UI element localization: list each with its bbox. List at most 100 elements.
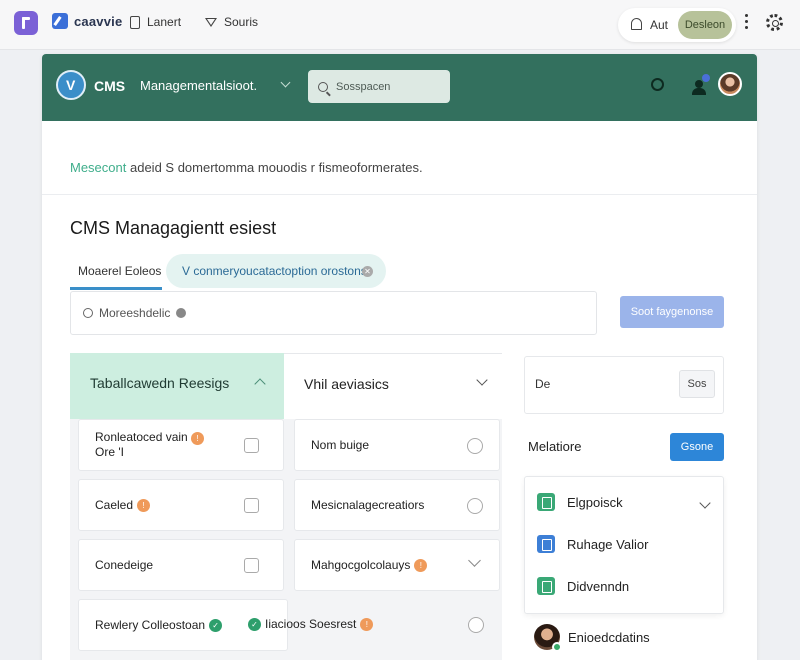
- document-icon: [537, 493, 555, 511]
- app-header: CMS Managementalsioot. Sosspacen: [42, 54, 757, 121]
- page-title: CMS Managagientt esiest: [70, 218, 277, 238]
- header-cms-label: CMS: [94, 78, 126, 94]
- menu-item-label: Ruhage Valior: [567, 536, 649, 552]
- chevron-down-icon[interactable]: [468, 554, 481, 567]
- radio[interactable]: [467, 438, 483, 454]
- filter-value: Moreeshdelic: [99, 306, 171, 320]
- brand[interactable]: caavvie: [52, 13, 122, 29]
- filter-icon: [205, 17, 217, 27]
- list-item-text: Caeled !: [95, 498, 151, 512]
- list-item[interactable]: Conedeige: [78, 539, 284, 591]
- more-menu-icon[interactable]: [744, 14, 748, 32]
- nav-item-label: Lanert: [147, 15, 182, 29]
- chevron-up-icon: [254, 378, 266, 390]
- item-label: Conedeige: [95, 558, 154, 572]
- user-icon[interactable]: [692, 80, 706, 95]
- list-item[interactable]: Mesicnalagecreatiors: [294, 479, 500, 531]
- item-label: Rewlery Colleostoan: [95, 618, 206, 632]
- menu-item-ruhage-valior[interactable]: Ruhage Valior: [537, 535, 648, 553]
- menu-item-didvenndn[interactable]: Didvenndn: [537, 577, 629, 595]
- right-input-label: De: [535, 377, 551, 391]
- aut-label[interactable]: Aut: [650, 18, 668, 32]
- column-header-2[interactable]: Vhil aeviasics: [284, 353, 502, 419]
- tab-conmeryoucatactoption[interactable]: V conmeryoucatactoption orostons ✕: [166, 254, 386, 288]
- check-badge-icon: ✓: [209, 618, 223, 632]
- item-label: Mahgocgolcolauys: [311, 558, 411, 572]
- profile[interactable]: Enioedcdatins: [534, 624, 650, 652]
- tab-moaerel-eoleos[interactable]: Moaerel Eoleos: [70, 259, 162, 290]
- item-label: Mesicnalagecreatiors: [311, 498, 425, 512]
- brand-pencil-icon: [52, 13, 68, 29]
- list-item[interactable]: Nom buige: [294, 419, 500, 471]
- top-right-group: Aut Desleon: [618, 8, 736, 42]
- profile-name: Enioedcdatins: [568, 629, 650, 645]
- chevron-down-icon[interactable]: [699, 497, 711, 509]
- item-label: Iiacioos Soesrest: [265, 617, 357, 631]
- check-circle-icon: [176, 308, 187, 318]
- item-label: Ronleatoced vain: [95, 430, 188, 444]
- right-input-button[interactable]: Sos: [679, 370, 715, 398]
- bell-icon[interactable]: [631, 18, 642, 30]
- list-item-text: Mahgocgolcolauys !: [311, 558, 428, 572]
- divider: [42, 194, 757, 195]
- list-item-text: Conedeige: [95, 558, 153, 572]
- online-status-icon: [552, 642, 562, 652]
- list-item[interactable]: Ronleatoced vain ! Ore 'I: [78, 419, 284, 471]
- radio[interactable]: [467, 498, 483, 514]
- menu-item-label: Didvenndn: [567, 578, 630, 594]
- app-logo-icon[interactable]: [14, 11, 38, 35]
- item-label: Caeled: [95, 498, 134, 512]
- header-search-input[interactable]: Sosspacen: [308, 70, 450, 103]
- section-label: Melatiore: [528, 439, 582, 454]
- column-title: Vhil aeviasics: [304, 376, 389, 392]
- tab-label: V conmeryoucatactoption orostons: [182, 264, 367, 278]
- item-label: Nom buige: [311, 438, 370, 452]
- list-item[interactable]: Mahgocgolcolauys !: [294, 539, 500, 591]
- top-bar: caavvie Lanert Souris Aut Desleon: [0, 0, 800, 50]
- list-item[interactable]: ✓ Iiacioos Soesrest !: [238, 599, 500, 651]
- column-header-1[interactable]: Taballcawedn Reesigs: [70, 353, 284, 419]
- brand-label: caavvie: [74, 13, 123, 29]
- cms-logo-icon[interactable]: [56, 70, 86, 100]
- search-placeholder: Sosspacen: [336, 80, 391, 93]
- info-badge-icon: !: [360, 617, 374, 631]
- avatar[interactable]: [718, 72, 742, 96]
- close-icon[interactable]: ✕: [362, 266, 373, 277]
- section-button[interactable]: Gsone: [670, 433, 724, 461]
- checkbox[interactable]: [244, 498, 259, 513]
- column-title: Taballcawedn Reesigs: [90, 375, 230, 391]
- info-badge-icon: !: [414, 558, 428, 572]
- list-item-text: Nom buige: [311, 438, 369, 452]
- chevron-down-icon[interactable]: [280, 77, 291, 88]
- list-item-text: Mesicnalagecreatiors: [311, 498, 424, 512]
- list-item[interactable]: Caeled !: [78, 479, 284, 531]
- nav-item-lanert[interactable]: Lanert: [130, 15, 181, 29]
- notification-dot: [702, 74, 710, 82]
- lightbulb-icon[interactable]: [651, 78, 664, 91]
- gear-icon[interactable]: [766, 14, 783, 31]
- subtitle-accent: Mesecont: [70, 160, 127, 175]
- radio[interactable]: [468, 617, 484, 633]
- subtitle-text: adeid S domertomma mouodis r fismeoforme…: [126, 160, 423, 175]
- dropdown-menu: Elgpoisck Ruhage Valior Didvenndn: [524, 476, 724, 614]
- clock-icon: [83, 308, 93, 318]
- check-badge-icon: ✓: [248, 617, 261, 631]
- list-item-text: ✓ Iiacioos Soesrest !: [248, 617, 374, 631]
- filter-input[interactable]: Moreeshdelic: [70, 291, 597, 335]
- avatar: [534, 624, 562, 652]
- desleon-button[interactable]: Desleon: [678, 11, 732, 39]
- nav-item-label: Souris: [224, 15, 259, 29]
- header-title: Managementalsioot.: [140, 78, 258, 93]
- chevron-down-icon: [476, 374, 488, 386]
- info-badge-icon: !: [191, 432, 205, 445]
- menu-item-elgpoisck[interactable]: Elgpoisck: [537, 493, 623, 511]
- right-input[interactable]: De Sos: [524, 356, 724, 414]
- checkbox[interactable]: [244, 558, 259, 573]
- filter-button[interactable]: Soot faygenonse: [620, 296, 724, 328]
- document-icon: [537, 577, 555, 595]
- search-icon: [318, 81, 328, 92]
- nav-item-souris[interactable]: Souris: [205, 15, 258, 29]
- subtitle: Mesecont adeid S domertomma mouodis r fi…: [70, 160, 423, 175]
- checkbox[interactable]: [244, 438, 259, 453]
- info-badge-icon: !: [137, 498, 151, 512]
